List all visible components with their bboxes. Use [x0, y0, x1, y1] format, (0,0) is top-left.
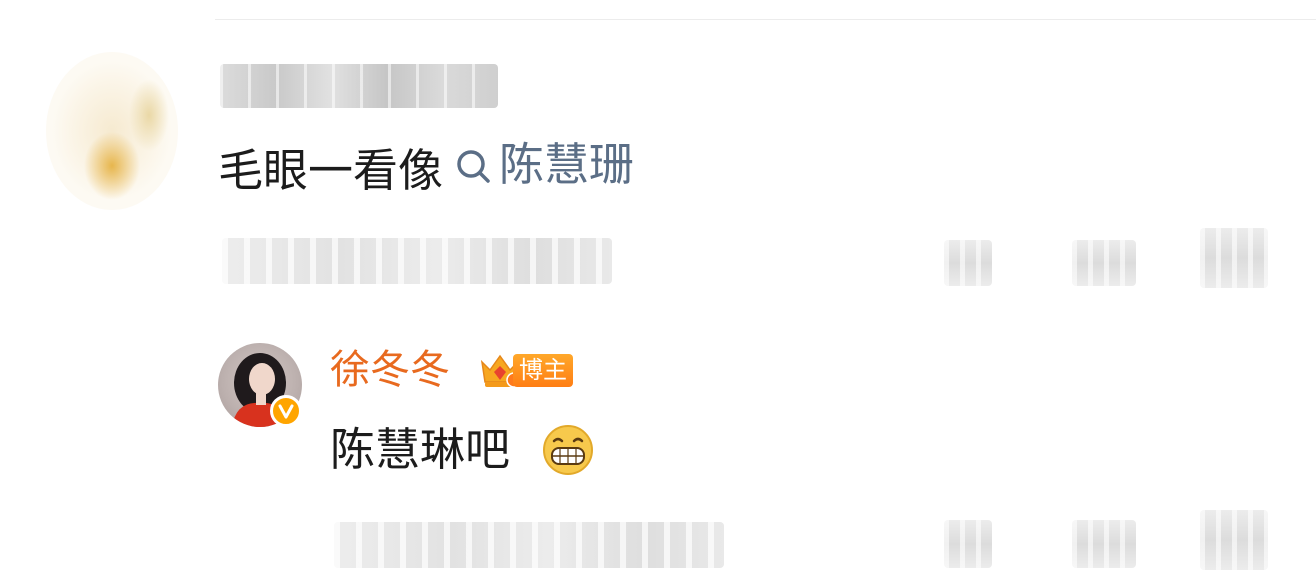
v-mark-icon [278, 404, 294, 419]
top-divider [215, 19, 1316, 20]
topic-label: 陈慧珊 [499, 138, 635, 191]
reply-author-name[interactable]: 徐冬冬 [330, 346, 450, 394]
grin-emoji [543, 425, 593, 475]
blogger-badge: 博主 [513, 354, 573, 387]
like-action-redacted[interactable] [1200, 228, 1268, 288]
commenter-name-redacted[interactable] [220, 64, 498, 108]
reply-like-action-redacted[interactable] [1200, 510, 1268, 570]
reply-share-action-redacted[interactable] [944, 520, 992, 568]
reply-reply-action-redacted[interactable] [1072, 520, 1136, 568]
reply-meta-redacted [334, 522, 724, 568]
reply-action-redacted[interactable] [1072, 240, 1136, 286]
verified-v-icon [270, 395, 302, 427]
commenter-avatar[interactable] [46, 52, 178, 210]
reply-text: 陈慧琳吧 [330, 423, 511, 476]
search-icon [457, 150, 490, 183]
topic-link[interactable]: 陈慧珊 [453, 137, 634, 193]
comment-meta-redacted [222, 238, 612, 284]
comment-text: 毛眼一看像 陈慧珊 [218, 137, 634, 199]
share-action-redacted[interactable] [944, 240, 992, 286]
comment-body: 毛眼一看像 [218, 144, 444, 197]
